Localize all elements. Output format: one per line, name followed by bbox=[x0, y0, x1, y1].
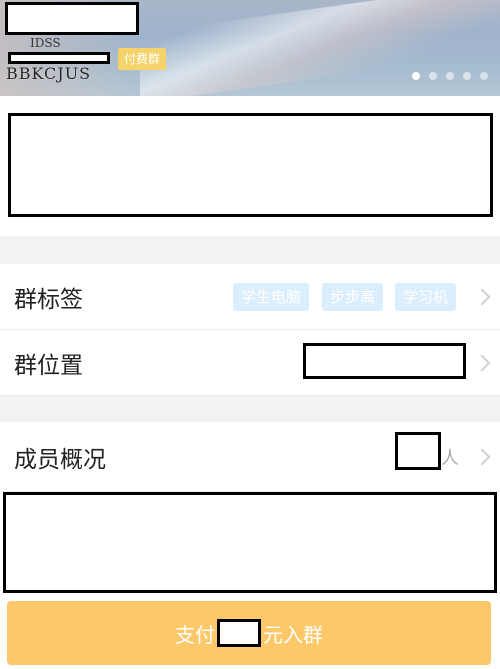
group-banner: IDSS BBKCJUS 付费群 bbox=[0, 0, 500, 96]
member-avatars-redacted bbox=[3, 492, 497, 593]
group-name-redacted bbox=[5, 2, 139, 35]
group-location-label: 群位置 bbox=[14, 352, 83, 379]
banner-decoration bbox=[140, 0, 500, 96]
price-redacted bbox=[217, 619, 261, 647]
section-divider bbox=[0, 396, 500, 422]
carousel-dot[interactable] bbox=[429, 72, 437, 80]
carousel-dot[interactable] bbox=[412, 72, 420, 80]
group-code: BBKCJUS bbox=[6, 64, 92, 83]
chevron-right-icon bbox=[473, 354, 491, 371]
group-tags-row[interactable]: 群标签 学生电脑 步步高 学习机 bbox=[0, 264, 500, 330]
tag-item: 学习机 bbox=[395, 282, 457, 311]
tag-item: 学生电脑 bbox=[233, 282, 310, 311]
pay-button-suffix: 元入群 bbox=[263, 622, 323, 647]
member-count-redacted bbox=[395, 432, 441, 470]
member-overview-label: 成员概况 bbox=[14, 446, 106, 473]
group-tags-label: 群标签 bbox=[14, 286, 83, 313]
group-intro-redacted bbox=[8, 113, 493, 217]
member-overview-row[interactable]: 成员概况 人 bbox=[0, 422, 500, 492]
carousel-dot[interactable] bbox=[446, 72, 454, 80]
tag-item: 步步高 bbox=[322, 282, 384, 311]
avatar-text: IDSS bbox=[30, 36, 61, 50]
pay-to-join-button[interactable]: 支付 元入群 bbox=[7, 601, 491, 665]
group-location-row[interactable]: 群位置 bbox=[0, 330, 500, 396]
paid-group-badge: 付费群 bbox=[118, 48, 167, 70]
section-divider bbox=[0, 236, 500, 264]
carousel-indicator[interactable] bbox=[412, 72, 488, 80]
group-subtitle-redacted bbox=[8, 52, 110, 64]
chevron-right-icon bbox=[473, 448, 491, 465]
carousel-dot[interactable] bbox=[480, 72, 488, 80]
location-value-redacted bbox=[303, 343, 466, 379]
chevron-right-icon bbox=[473, 288, 491, 305]
member-unit: 人 bbox=[441, 447, 459, 469]
pay-button-prefix: 支付 bbox=[175, 622, 215, 647]
carousel-dot[interactable] bbox=[463, 72, 471, 80]
